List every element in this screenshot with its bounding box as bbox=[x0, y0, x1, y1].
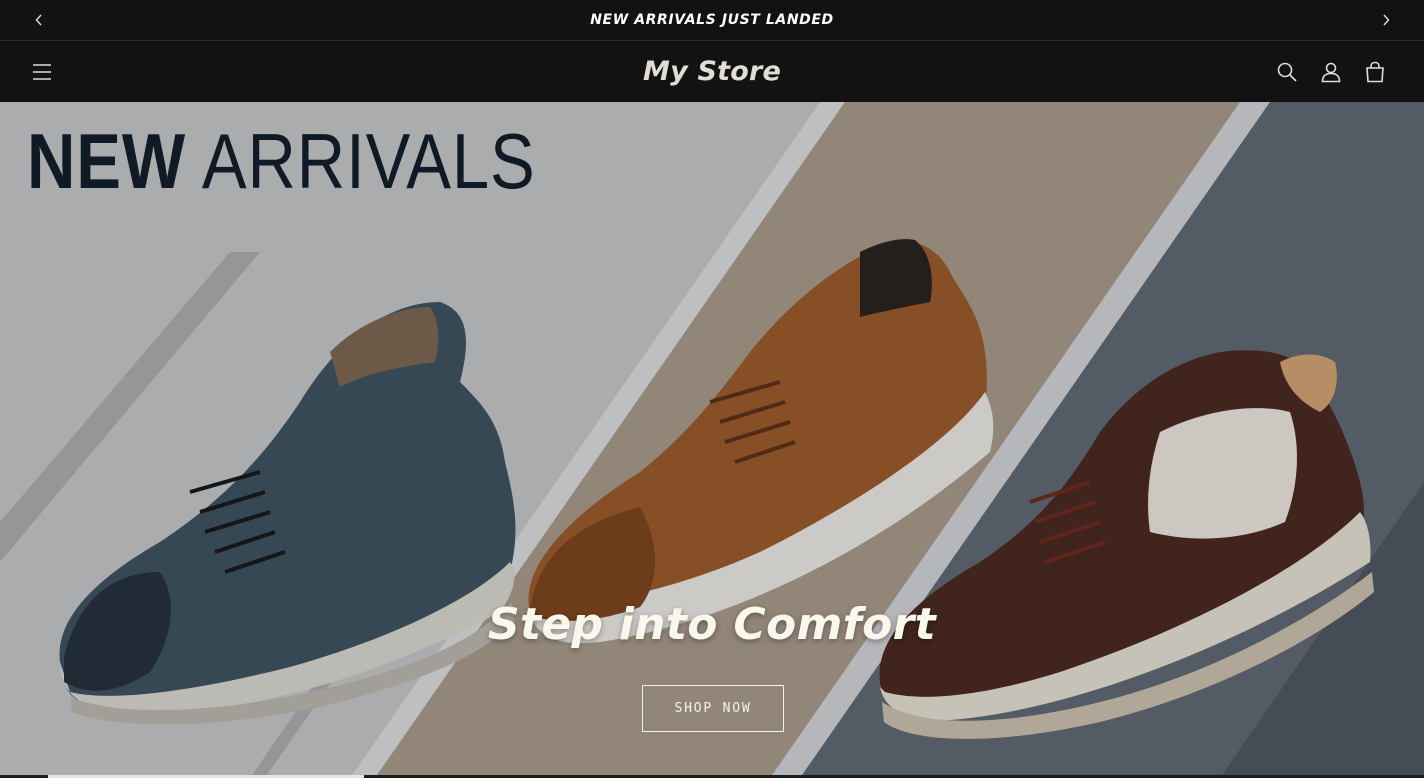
announcement-text[interactable]: NEW ARRIVALS JUST LANDED bbox=[590, 12, 834, 28]
hero-heading: Step into Comfort bbox=[488, 599, 936, 650]
hero-kicker-bold: NEW bbox=[27, 117, 187, 205]
chevron-left-icon bbox=[35, 14, 42, 26]
announcement-bar: NEW ARRIVALS JUST LANDED bbox=[0, 0, 1424, 41]
cart-button[interactable] bbox=[1362, 59, 1388, 85]
shop-now-button[interactable]: SHOP NOW bbox=[642, 685, 784, 732]
announcement-prev-button[interactable] bbox=[29, 10, 49, 30]
announcement-next-button[interactable] bbox=[1376, 10, 1396, 30]
account-button[interactable] bbox=[1318, 59, 1344, 85]
account-icon bbox=[1321, 62, 1341, 83]
search-icon bbox=[1277, 62, 1297, 82]
site-header: My Store bbox=[0, 41, 1424, 102]
hero-kicker: NEW ARRIVALS bbox=[27, 122, 536, 200]
store-logo[interactable]: My Store bbox=[643, 56, 781, 87]
chevron-right-icon bbox=[1383, 14, 1390, 26]
hero-banner: NEW ARRIVALS Step into Comfort SHOP NOW bbox=[0, 102, 1424, 778]
search-button[interactable] bbox=[1274, 59, 1300, 85]
hamburger-menu-icon bbox=[33, 64, 51, 80]
hero-kicker-light: ARRIVALS bbox=[201, 117, 536, 205]
menu-button[interactable] bbox=[29, 59, 55, 85]
shopping-bag-icon bbox=[1366, 61, 1384, 83]
